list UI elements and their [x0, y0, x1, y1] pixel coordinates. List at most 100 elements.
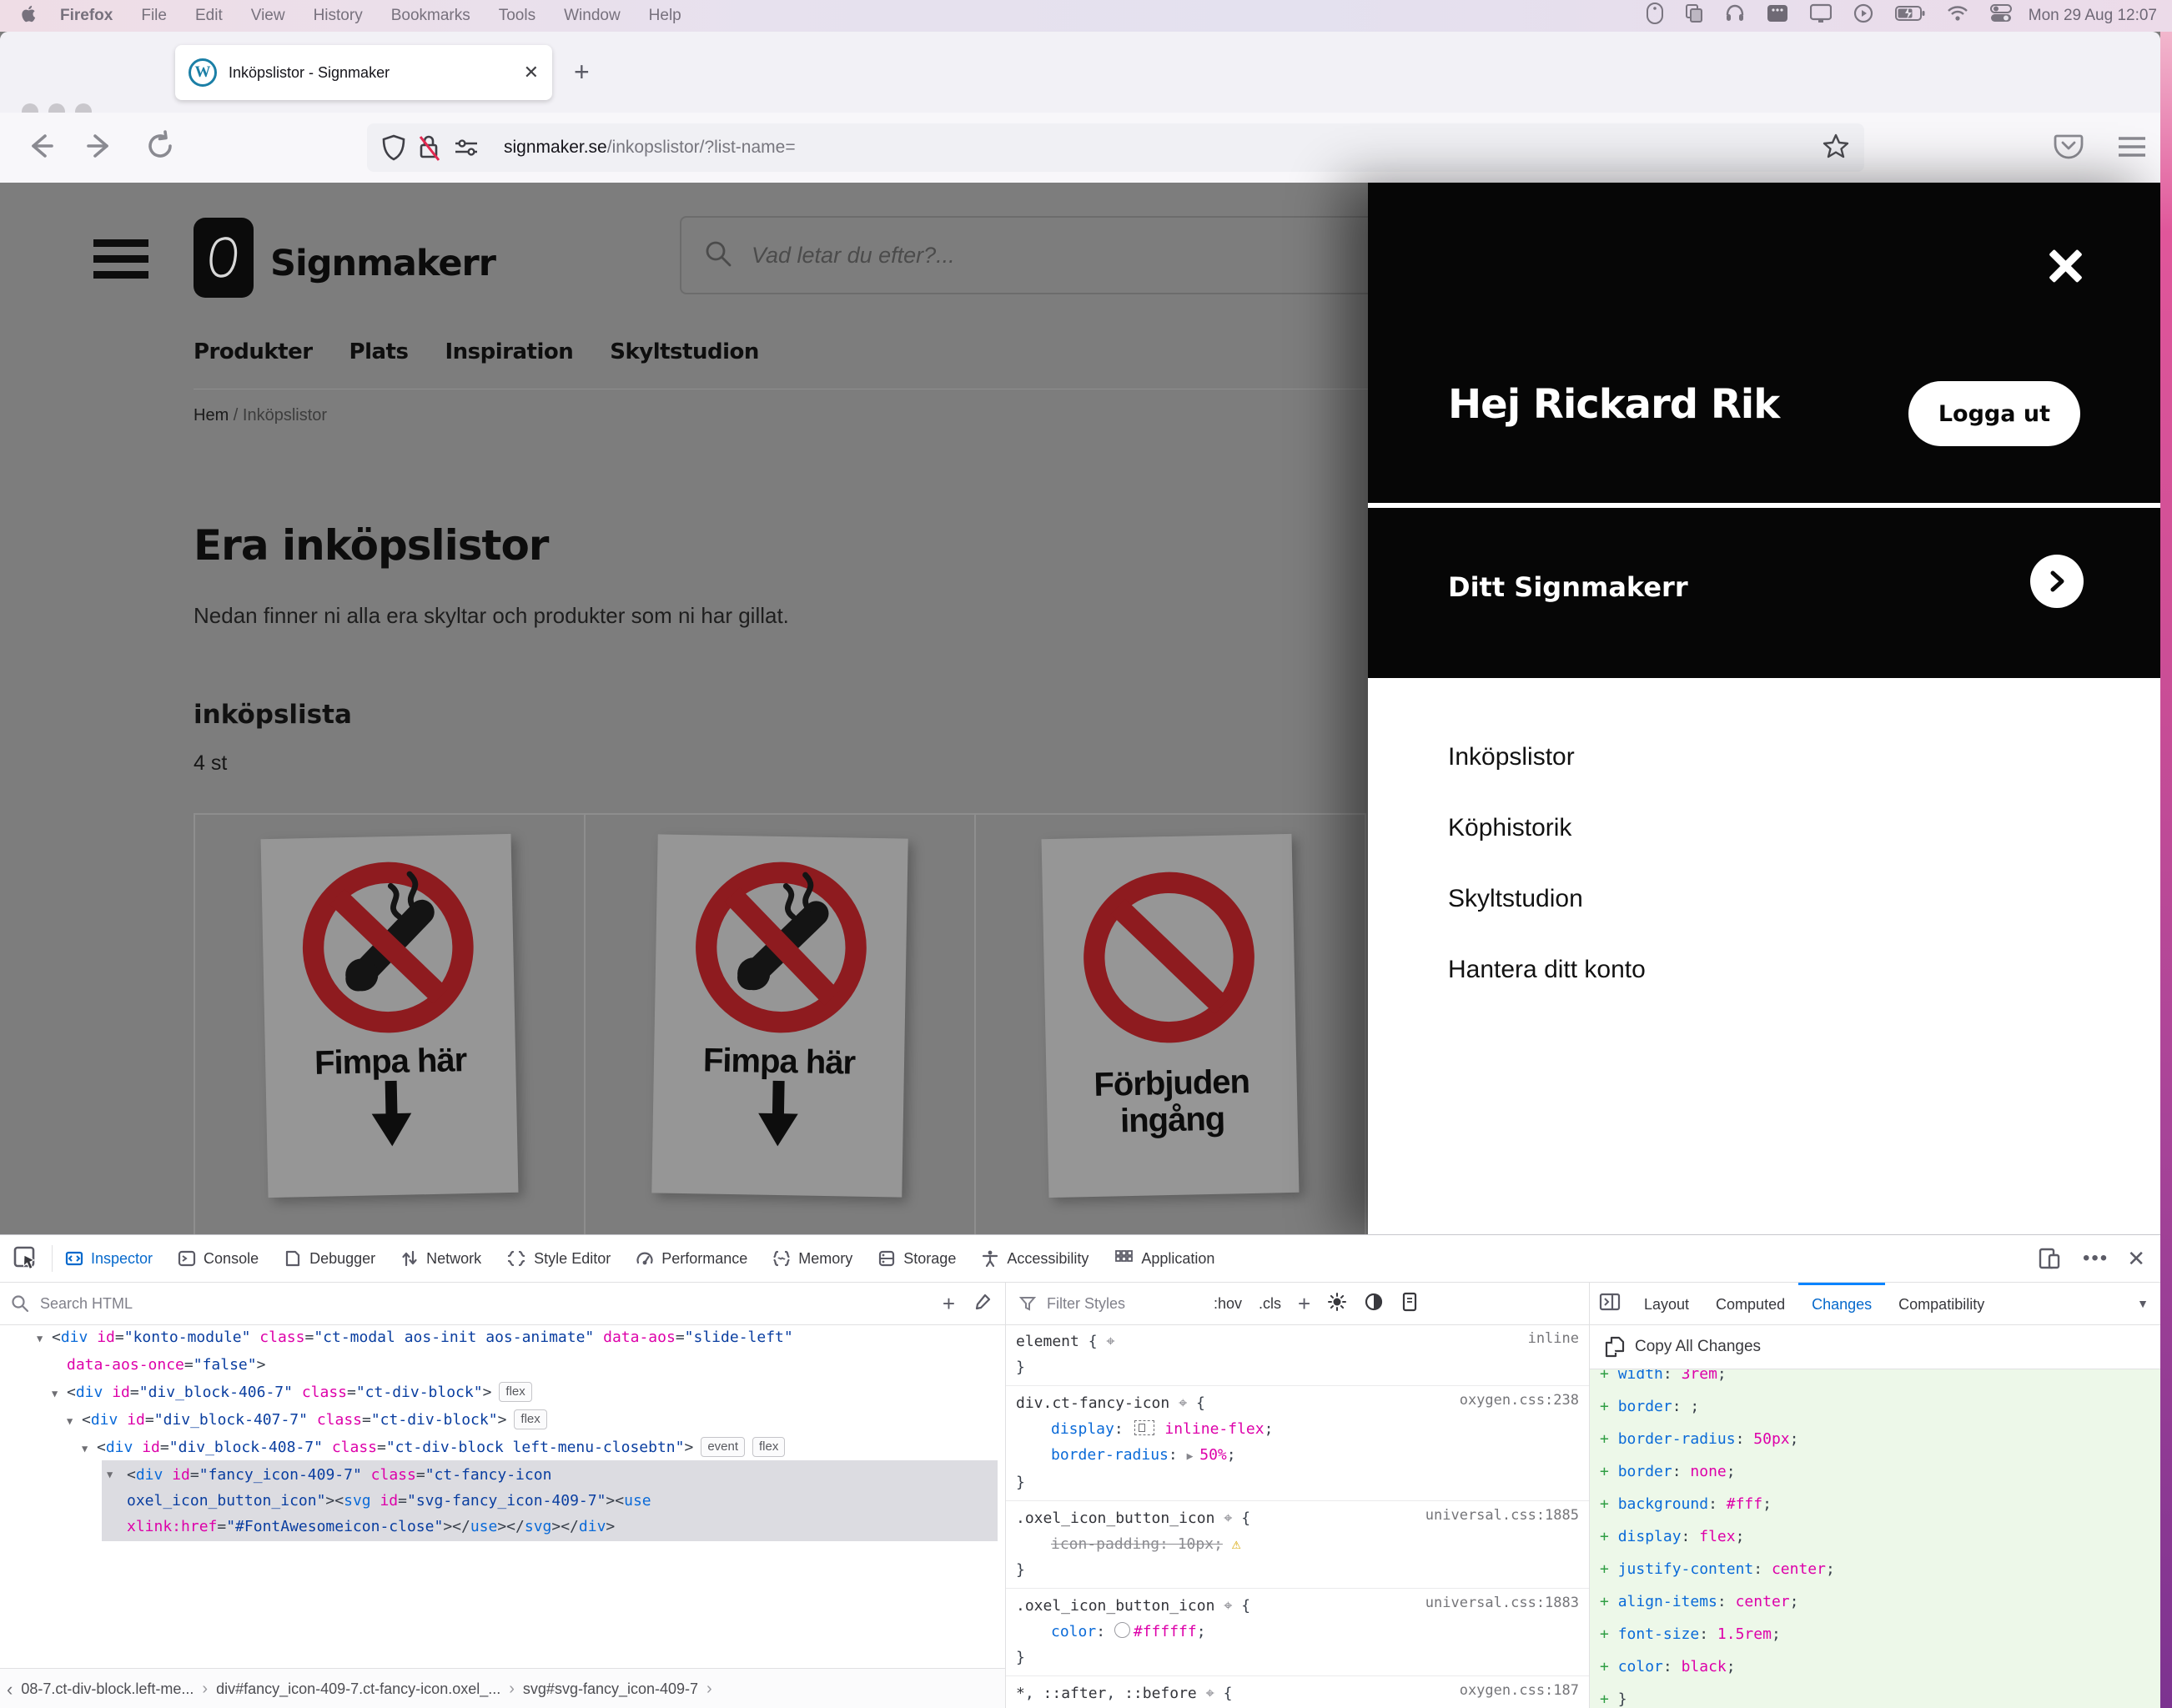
- site-brand[interactable]: Signmakerr: [270, 243, 495, 284]
- tab-close-icon[interactable]: ✕: [515, 62, 539, 83]
- browser-tab[interactable]: W Inköpslistor - Signmaker ✕: [175, 45, 552, 100]
- menubar-item-window[interactable]: Window: [564, 7, 621, 25]
- print-media-icon[interactable]: [1400, 1292, 1419, 1316]
- shield-icon[interactable]: [382, 134, 405, 161]
- devtools-tab-network[interactable]: Network: [388, 1235, 494, 1282]
- site-nav-item[interactable]: Skyltstudion: [610, 339, 759, 364]
- list-name[interactable]: inköpslista: [194, 700, 352, 730]
- menubar-item-firefox[interactable]: Firefox: [60, 7, 113, 25]
- account-section-row[interactable]: Ditt Signmakerr: [1368, 508, 2160, 678]
- copy-status-icon[interactable]: [1685, 3, 1703, 28]
- new-rule-icon[interactable]: +: [1298, 1291, 1310, 1317]
- devtools-tab-performance[interactable]: Performance: [623, 1235, 760, 1282]
- devtools-tab-storage[interactable]: Storage: [865, 1235, 968, 1282]
- keyboard-status-icon[interactable]: [1767, 3, 1788, 28]
- forward-button[interactable]: [83, 129, 117, 167]
- menubar-item-file[interactable]: File: [141, 7, 167, 25]
- product-card[interactable]: Fimpa här: [584, 813, 976, 1235]
- reload-button[interactable]: [143, 129, 177, 167]
- site-nav-item[interactable]: Produkter: [194, 339, 313, 364]
- eyedropper-icon[interactable]: [973, 1293, 992, 1315]
- account-menu-item[interactable]: Köphistorik: [1448, 814, 1646, 842]
- breadcrumbs-scroll-left-icon[interactable]: ‹: [0, 1679, 21, 1700]
- filter-styles-input[interactable]: [1045, 1294, 1215, 1314]
- menubar-item-view[interactable]: View: [251, 7, 285, 25]
- class-toggle-button[interactable]: .cls: [1259, 1295, 1281, 1313]
- play-status-icon[interactable]: [1853, 3, 1873, 28]
- css-declaration[interactable]: display: inline-flex;: [1016, 1416, 1581, 1442]
- sidebar-tab-compatibility[interactable]: Compatibility: [1885, 1283, 1998, 1324]
- devtools-tab-inspector[interactable]: Inspector: [53, 1235, 165, 1282]
- css-rule[interactable]: universal.css:1883.oxel_icon_button_icon…: [1006, 1589, 1589, 1676]
- expand-arrow-icon[interactable]: ▼: [37, 1326, 52, 1352]
- devtools-tab-accessibility[interactable]: Accessibility: [968, 1235, 1101, 1282]
- expand-arrow-icon[interactable]: ▼: [82, 1436, 97, 1462]
- light-mode-icon[interactable]: [1327, 1292, 1347, 1316]
- site-search-input[interactable]: [750, 242, 1407, 269]
- site-logo[interactable]: [194, 218, 254, 298]
- markup-line[interactable]: ▼<div id="div_block-408-7" class="ct-div…: [0, 1434, 1005, 1462]
- css-rule[interactable]: inlineelement { ⌖}: [1006, 1324, 1589, 1386]
- chevron-right-icon[interactable]: [2030, 555, 2084, 608]
- responsive-design-icon[interactable]: [2026, 1235, 2073, 1282]
- devtools-tab-debugger[interactable]: Debugger: [271, 1235, 388, 1282]
- sidebar-tab-changes[interactable]: Changes: [1798, 1283, 1885, 1324]
- url-bar[interactable]: signmaker.se/inkopslistor/?list-name=: [367, 123, 1864, 172]
- devtools-tab-application[interactable]: Application: [1101, 1235, 1227, 1282]
- menubar-clock[interactable]: Mon 29 Aug 12:07: [2029, 7, 2157, 25]
- css-rule[interactable]: oxygen.css:238div.ct-fancy-icon ⌖ {displ…: [1006, 1386, 1589, 1501]
- account-menu-item[interactable]: Inköpslistor: [1448, 743, 1646, 771]
- css-rule[interactable]: universal.css:1885.oxel_icon_button_icon…: [1006, 1501, 1589, 1589]
- sidebar-tab-layout[interactable]: Layout: [1631, 1283, 1702, 1324]
- insecure-lock-icon[interactable]: [417, 133, 442, 162]
- dark-mode-icon[interactable]: [1364, 1292, 1384, 1316]
- site-nav-item[interactable]: Plats: [349, 339, 409, 364]
- changes-added-block[interactable]: + width: 3rem;+ border: ;+ border-radius…: [1590, 1369, 2160, 1708]
- mouse-status-icon[interactable]: [1647, 3, 1663, 29]
- app-menu-icon[interactable]: [2117, 134, 2147, 163]
- add-node-icon[interactable]: +: [943, 1291, 955, 1317]
- display-status-icon[interactable]: [1810, 3, 1832, 28]
- copy-all-changes-button[interactable]: Copy All Changes: [1590, 1324, 2160, 1369]
- site-nav-item[interactable]: Inspiration: [445, 339, 573, 364]
- control-center-icon[interactable]: [1990, 3, 2012, 28]
- search-html-box[interactable]: [0, 1283, 1005, 1324]
- product-card[interactable]: Förbjudeningång: [974, 813, 1366, 1235]
- breadcrumb-node[interactable]: div#fancy_icon-409-7.ct-fancy-icon.oxel_…: [216, 1680, 500, 1698]
- css-declaration[interactable]: color: #ffffff;: [1016, 1619, 1581, 1645]
- url-text[interactable]: signmaker.se/inkopslistor/?list-name=: [504, 138, 1823, 158]
- logout-button[interactable]: Logga ut: [1908, 381, 2080, 446]
- account-menu-item[interactable]: Hantera ditt konto: [1448, 956, 1646, 984]
- site-menu-icon[interactable]: [93, 239, 148, 279]
- headphones-status-icon[interactable]: [1725, 3, 1745, 28]
- markup-line[interactable]: data-aos-once="false">: [0, 1352, 1005, 1379]
- devtools-more-icon[interactable]: •••: [2073, 1247, 2119, 1270]
- pseudo-class-button[interactable]: :hov: [1214, 1295, 1242, 1313]
- css-rule[interactable]: oxygen.css:187*, ::after, ::before ⌖ {bo…: [1006, 1676, 1589, 1708]
- sidebar-tabs-overflow-icon[interactable]: ▼: [2137, 1297, 2149, 1310]
- back-button[interactable]: [23, 129, 57, 167]
- markup-line[interactable]: ▼<div id="konto-module" class="ct-modal …: [0, 1324, 1005, 1352]
- devtools-tab-style-editor[interactable]: Style Editor: [494, 1235, 623, 1282]
- product-card[interactable]: Fimpa här: [194, 813, 586, 1235]
- sidebar-toggle-icon[interactable]: [1589, 1292, 1631, 1316]
- markup-view[interactable]: ▼<div id="konto-module" class="ct-modal …: [0, 1324, 1005, 1668]
- selected-node[interactable]: ▼<div id="fancy_icon-409-7" class="ct-fa…: [102, 1460, 998, 1541]
- devtools-close-icon[interactable]: ✕: [2119, 1246, 2160, 1272]
- sidebar-tab-computed[interactable]: Computed: [1702, 1283, 1798, 1324]
- search-html-input[interactable]: [38, 1294, 792, 1314]
- battery-status-icon[interactable]: [1895, 5, 1925, 27]
- breadcrumb-node[interactable]: 08-7.ct-div-block.left-me...: [21, 1680, 194, 1698]
- css-declaration[interactable]: border-radius: ▶ 50%;: [1016, 1442, 1581, 1469]
- menubar-item-help[interactable]: Help: [649, 7, 681, 25]
- expand-arrow-icon[interactable]: ▼: [107, 1462, 122, 1488]
- menubar-item-tools[interactable]: Tools: [499, 7, 535, 25]
- pocket-icon[interactable]: [2054, 133, 2084, 165]
- bookmark-star-icon[interactable]: [1823, 133, 1849, 163]
- markup-line[interactable]: ▼<div id="div_block-407-7" class="ct-div…: [0, 1407, 1005, 1434]
- apple-logo-icon[interactable]: [22, 5, 37, 28]
- expand-arrow-icon[interactable]: ▼: [67, 1409, 82, 1434]
- menubar-item-bookmarks[interactable]: Bookmarks: [391, 7, 470, 25]
- site-search[interactable]: [680, 216, 1430, 294]
- menubar-item-edit[interactable]: Edit: [195, 7, 223, 25]
